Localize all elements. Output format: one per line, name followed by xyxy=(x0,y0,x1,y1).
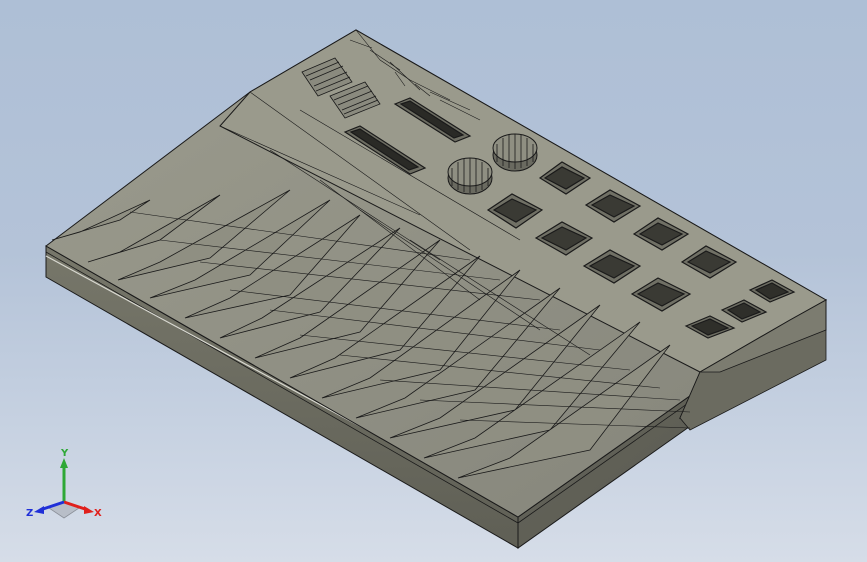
x-axis-label: X xyxy=(94,508,102,519)
y-axis-label: Y xyxy=(60,448,69,459)
3d-model-keyboard-mesh[interactable] xyxy=(0,0,867,562)
y-axis-arrow xyxy=(60,458,68,468)
view-orientation-triad[interactable]: Y X Z xyxy=(24,446,104,526)
z-axis-arrow xyxy=(34,506,44,514)
x-axis-arrow xyxy=(84,506,94,514)
graphics-viewport[interactable]: Y X Z xyxy=(0,0,867,562)
knob-right xyxy=(492,133,538,172)
knob-left xyxy=(447,157,493,195)
z-axis-label: Z xyxy=(26,508,33,519)
